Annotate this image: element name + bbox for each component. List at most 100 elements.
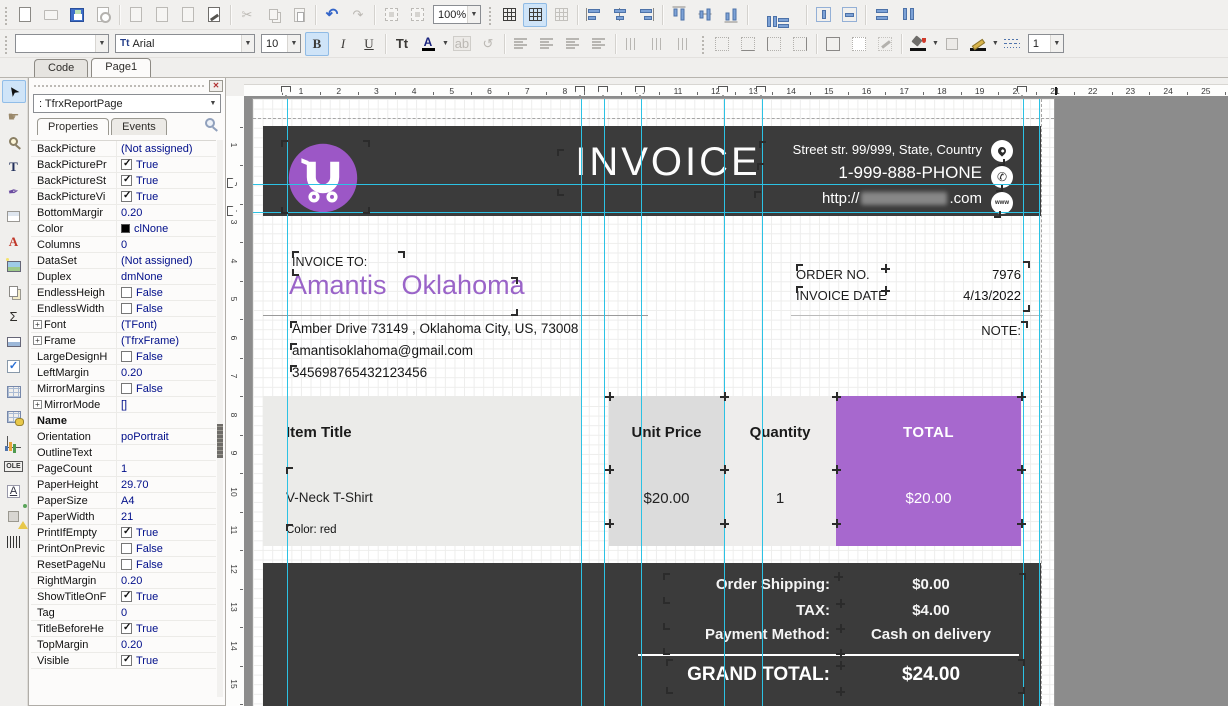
- page-footer-band[interactable]: Order Shipping: $0.00 TAX: $4.00 Payment…: [263, 563, 1041, 706]
- page-header-band[interactable]: INVOICE Street str. 99/999, State, Count…: [263, 126, 1041, 216]
- checkbox[interactable]: [121, 191, 132, 202]
- tab-page1[interactable]: Page1: [91, 58, 151, 77]
- customer-email[interactable]: amantisoklahoma@gmail.com: [292, 343, 473, 358]
- invoice-date-value[interactable]: 4/13/2022: [903, 288, 1021, 303]
- chevron-down-icon[interactable]: ▼: [1050, 35, 1063, 52]
- checkbox[interactable]: [121, 623, 132, 634]
- property-value[interactable]: True: [117, 623, 216, 635]
- guide-line-vertical[interactable]: [581, 99, 582, 706]
- zoom-select[interactable]: 100%▼: [433, 5, 481, 24]
- property-row[interactable]: RightMargin0.20: [31, 573, 216, 589]
- customer-name[interactable]: Amantis Oklahoma: [289, 270, 525, 301]
- chevron-down-icon[interactable]: ▼: [442, 40, 449, 47]
- chevron-down-icon[interactable]: ▼: [241, 35, 254, 52]
- property-row[interactable]: MirrorMarginsFalse: [31, 381, 216, 397]
- toolbar-grip[interactable]: [3, 34, 8, 54]
- property-row[interactable]: ShowTitleOnFTrue: [31, 589, 216, 605]
- property-row[interactable]: ResetPageNuFalse: [31, 557, 216, 573]
- chevron-down-icon[interactable]: ▼: [287, 35, 300, 52]
- text-tool[interactable]: T: [2, 155, 26, 178]
- column-unit-price[interactable]: Unit Price $20.00: [609, 396, 724, 546]
- column-header[interactable]: Quantity: [724, 424, 836, 441]
- checkbox[interactable]: [121, 287, 132, 298]
- tab-events[interactable]: Events: [111, 118, 167, 135]
- property-row[interactable]: OrientationpoPortrait: [31, 429, 216, 445]
- invoice-to-label[interactable]: INVOICE TO:: [292, 255, 367, 269]
- guide-line-vertical[interactable]: [604, 99, 605, 706]
- property-value[interactable]: True: [117, 591, 216, 603]
- style-select[interactable]: ▼: [15, 34, 109, 53]
- toolbar-grip[interactable]: [487, 5, 492, 25]
- property-row[interactable]: PageCount1: [31, 461, 216, 477]
- guide-line-vertical[interactable]: [724, 99, 725, 706]
- property-row[interactable]: PaperHeight29.70: [31, 477, 216, 493]
- property-value[interactable]: 0.20: [117, 575, 216, 587]
- checkbox[interactable]: [121, 559, 132, 570]
- line-color-button[interactable]: [966, 32, 990, 56]
- property-value[interactable]: True: [117, 527, 216, 539]
- company-phone[interactable]: 1-999-888-PHONE: [838, 163, 982, 183]
- center-horizontally-button[interactable]: [811, 3, 835, 27]
- property-value[interactable]: False: [117, 543, 216, 555]
- property-row[interactable]: LeftMargin0.20: [31, 365, 216, 381]
- space-vertically-button[interactable]: [778, 3, 802, 27]
- property-value[interactable]: False: [117, 559, 216, 571]
- expand-icon[interactable]: +: [33, 336, 42, 345]
- column-item-title[interactable]: Item Title V-Neck T-Shirt Color: red: [263, 396, 581, 546]
- guide-line-horizontal[interactable]: [253, 184, 1040, 185]
- property-value[interactable]: A4: [117, 495, 216, 507]
- property-row[interactable]: EndlessHeighFalse: [31, 285, 216, 301]
- property-value[interactable]: False: [117, 303, 216, 315]
- property-row[interactable]: +Font(TFont): [31, 317, 216, 333]
- checkbox[interactable]: [121, 383, 132, 394]
- table-object[interactable]: [2, 380, 26, 403]
- note-label[interactable]: NOTE:: [903, 323, 1021, 338]
- shop-logo[interactable]: [287, 142, 359, 214]
- customer-number[interactable]: 345698765432123456: [292, 365, 427, 380]
- guide-line-vertical[interactable]: [287, 99, 288, 706]
- column-total[interactable]: TOTAL $20.00: [836, 396, 1021, 546]
- property-row[interactable]: Tag0: [31, 605, 216, 621]
- system-text-object[interactable]: Σ: [2, 305, 26, 328]
- chevron-down-icon[interactable]: ▼: [95, 35, 108, 52]
- report-page[interactable]: INVOICE Street str. 99/999, State, Count…: [252, 98, 1055, 706]
- checkbox[interactable]: [121, 303, 132, 314]
- object-selector[interactable]: : TfrxReportPage ▼: [33, 94, 221, 113]
- new-report-page-button[interactable]: [13, 3, 37, 27]
- align-middle-button[interactable]: [693, 3, 717, 27]
- order-no-value[interactable]: 7976: [903, 267, 1021, 282]
- shape-object[interactable]: [2, 330, 26, 353]
- vertical-ruler[interactable]: 123456789101112131415: [226, 96, 244, 706]
- align-right-button[interactable]: [634, 3, 658, 27]
- save-report-button[interactable]: [65, 3, 89, 27]
- property-row[interactable]: VisibleTrue: [31, 653, 216, 669]
- grand-total-value[interactable]: $24.00: [836, 664, 1026, 686]
- property-row[interactable]: Name: [31, 413, 216, 429]
- scrollbar-thumb[interactable]: [217, 424, 223, 458]
- property-value[interactable]: (Not assigned): [117, 255, 216, 267]
- guide-line-vertical[interactable]: [1039, 99, 1040, 706]
- tax-value[interactable]: $4.00: [836, 602, 1026, 619]
- drag-handle[interactable]: [33, 84, 206, 88]
- guide-line-vertical[interactable]: [641, 99, 642, 706]
- checkbox[interactable]: [121, 655, 132, 666]
- property-row[interactable]: BottomMargir0.20: [31, 205, 216, 221]
- property-value[interactable]: True: [117, 191, 216, 203]
- property-value[interactable]: False: [117, 383, 216, 395]
- guide-line-horizontal[interactable]: [253, 212, 1040, 213]
- column-quantity[interactable]: Quantity 1: [724, 396, 836, 546]
- align-to-grid-button[interactable]: [523, 3, 547, 27]
- checkbox-object[interactable]: ✓: [2, 355, 26, 378]
- guide-line-vertical[interactable]: [762, 99, 763, 706]
- richtext-object[interactable]: A: [2, 480, 26, 503]
- search-icon[interactable]: [205, 118, 215, 128]
- align-left-button[interactable]: [582, 3, 606, 27]
- toolbar-grip[interactable]: [700, 34, 705, 54]
- line-width-select[interactable]: 1▼: [1028, 34, 1064, 53]
- space-horizontally-button[interactable]: [752, 3, 776, 27]
- text-object[interactable]: A: [2, 230, 26, 253]
- chevron-down-icon[interactable]: ▼: [932, 40, 939, 47]
- align-top-button[interactable]: [667, 3, 691, 27]
- same-height-button[interactable]: [896, 3, 920, 27]
- format-painter-tool[interactable]: ✒: [2, 180, 26, 203]
